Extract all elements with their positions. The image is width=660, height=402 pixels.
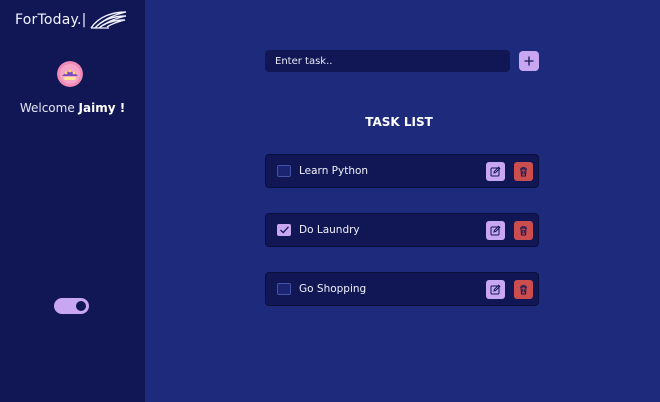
trash-icon <box>520 285 527 295</box>
edit-task-button[interactable] <box>486 221 505 240</box>
task-item: Do Laundry <box>265 213 539 247</box>
task-checkbox[interactable] <box>277 165 291 177</box>
sidebar: ForToday.| Welcome Jaimy ! <box>0 0 145 402</box>
edit-task-button[interactable] <box>486 280 505 299</box>
edit-icon <box>490 225 501 236</box>
logo-text: ForToday.| <box>15 12 87 28</box>
plus-icon <box>524 56 534 66</box>
edit-icon <box>490 166 501 177</box>
theme-toggle[interactable] <box>54 298 89 314</box>
task-input[interactable] <box>265 50 510 72</box>
delete-task-button[interactable] <box>514 221 533 240</box>
add-task-button[interactable] <box>519 51 539 71</box>
app-logo[interactable]: ForToday.| <box>15 10 127 30</box>
task-item: Learn Python <box>265 154 539 188</box>
task-label: Do Laundry <box>299 224 360 236</box>
task-item: Go Shopping <box>265 272 539 306</box>
edit-task-button[interactable] <box>486 162 505 181</box>
wing-icon <box>89 11 126 29</box>
trash-icon <box>520 167 527 177</box>
toggle-knob <box>76 301 86 311</box>
task-label: Learn Python <box>299 165 369 177</box>
task-checkbox[interactable] <box>277 283 291 295</box>
avatar[interactable] <box>57 61 83 87</box>
delete-task-button[interactable] <box>514 162 533 181</box>
task-checkbox-checked[interactable] <box>277 224 291 236</box>
task-list-title: TASK LIST <box>365 115 433 129</box>
trash-icon <box>520 226 527 236</box>
task-label: Go Shopping <box>299 283 367 295</box>
welcome-message: Welcome Jaimy ! <box>0 101 145 115</box>
check-icon <box>280 226 289 234</box>
welcome-prefix: Welcome <box>19 101 75 115</box>
edit-icon <box>490 284 501 295</box>
username: Jaimy ! <box>78 101 126 115</box>
delete-task-button[interactable] <box>514 280 533 299</box>
avatar-image <box>57 61 83 87</box>
